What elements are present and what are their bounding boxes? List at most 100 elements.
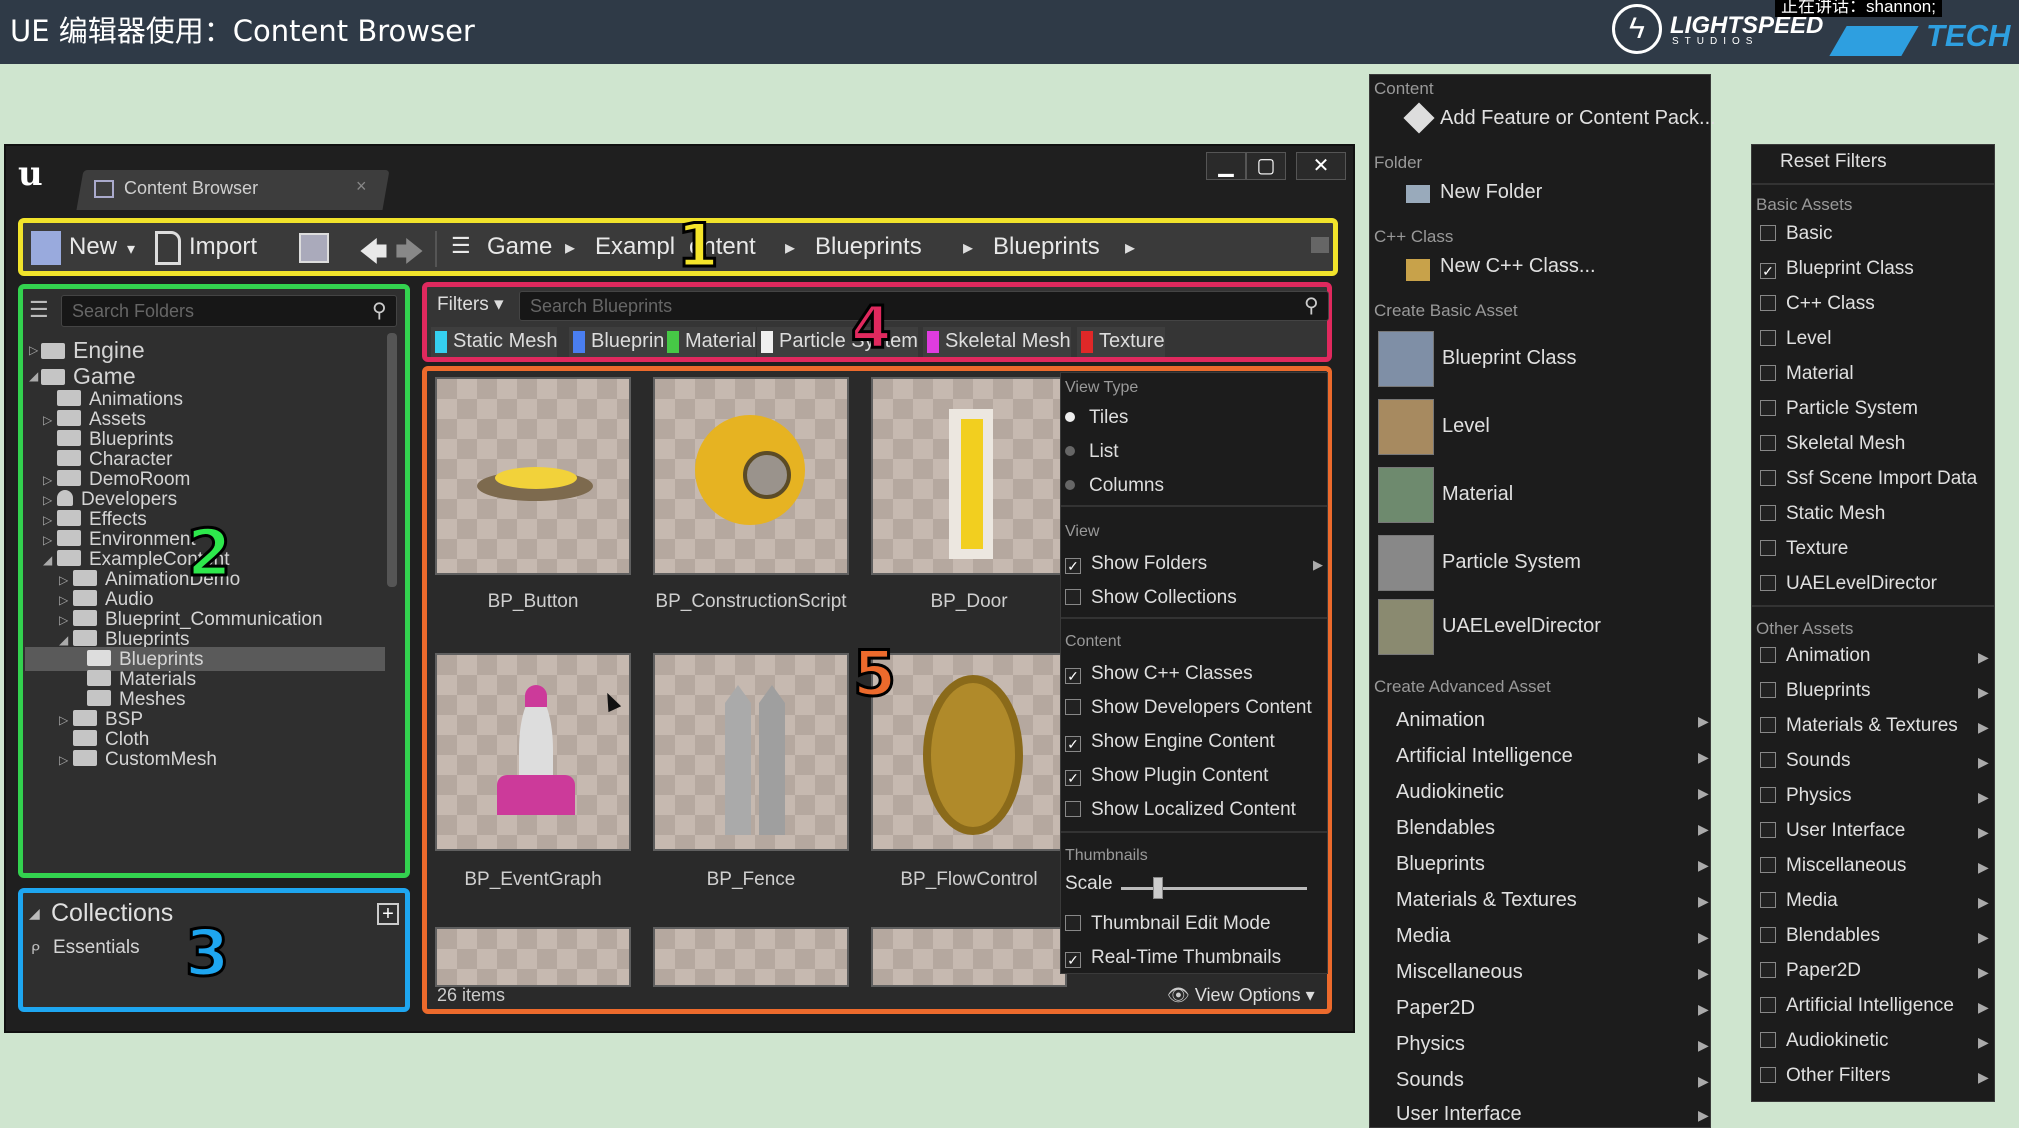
breadcrumb-example-content-a[interactable]: Exampl [595, 233, 675, 261]
tree-item[interactable]: Engine [41, 337, 145, 364]
back-arrow-icon[interactable]: 🡄 [359, 231, 388, 279]
expand-icon[interactable]: ▷ [43, 533, 52, 547]
filter-item[interactable]: Particle System [1760, 398, 1918, 420]
filter-category[interactable]: User Interface [1760, 820, 1905, 842]
advanced-asset-item[interactable]: Physics [1396, 1033, 1465, 1056]
asset-thumbnail[interactable] [435, 377, 631, 575]
filter-category[interactable]: Materials & Textures [1760, 715, 1958, 737]
tree-item[interactable]: Environment [57, 529, 196, 551]
filter-category[interactable]: Miscellaneous [1760, 855, 1906, 877]
close-button[interactable]: ✕ [1296, 152, 1346, 180]
filter-category[interactable]: Sounds [1760, 750, 1850, 772]
asset-thumbnail[interactable] [871, 927, 1067, 987]
advanced-asset-item[interactable]: Materials & Textures [1396, 889, 1577, 912]
tree-item[interactable]: Developers [57, 489, 177, 511]
view-type-tiles[interactable]: Tiles [1065, 407, 1128, 429]
asset-thumbnail[interactable] [653, 927, 849, 987]
expand-icon[interactable]: ▷ [43, 473, 52, 487]
scrollbar[interactable] [387, 333, 397, 587]
collapse-icon[interactable]: ◢ [29, 369, 38, 383]
advanced-asset-item[interactable]: Sounds [1396, 1069, 1464, 1092]
expand-icon[interactable]: ▷ [59, 613, 68, 627]
tree-item[interactable]: Animations [57, 389, 183, 411]
tab-close-icon[interactable]: × [356, 176, 367, 197]
filter-item[interactable]: C++ Class [1760, 293, 1875, 315]
advanced-asset-item[interactable]: Paper2D [1396, 997, 1475, 1020]
breadcrumb-game[interactable]: Game [487, 233, 552, 261]
filter-item[interactable]: ✓ Blueprint Class [1760, 258, 1914, 280]
filter-category[interactable]: Blendables [1760, 925, 1880, 947]
show-localized-item[interactable]: Show Localized Content [1065, 799, 1296, 821]
filter-category[interactable]: Paper2D [1760, 960, 1861, 982]
filter-item[interactable]: Material [1760, 363, 1854, 385]
show-cpp-item[interactable]: ✓ Show C++ Classes [1065, 663, 1253, 685]
filter-category[interactable]: Media [1760, 890, 1838, 912]
tree-item[interactable]: Materials [87, 669, 196, 691]
filter-chip[interactable]: Skeletal Mesh [923, 327, 1071, 357]
expand-icon[interactable]: ▷ [29, 343, 38, 357]
breadcrumb-blueprints-current[interactable]: Blueprints [993, 233, 1100, 261]
tree-item[interactable]: CustomMesh [73, 749, 217, 771]
new-cpp-item[interactable]: New C++ Class... [1440, 255, 1596, 278]
sources-toggle-icon[interactable]: ☰ [29, 297, 49, 323]
advanced-asset-item[interactable]: Blueprints [1396, 853, 1485, 876]
expand-icon[interactable]: ▷ [59, 593, 68, 607]
basic-asset-item[interactable]: UAELevelDirector [1442, 615, 1601, 638]
advanced-asset-item[interactable]: User Interface [1396, 1103, 1522, 1126]
collections-title[interactable]: Collections [51, 899, 173, 928]
show-developers-item[interactable]: Show Developers Content [1065, 697, 1312, 719]
asset-thumbnail[interactable] [871, 653, 1067, 851]
tree-item[interactable]: BSP [73, 709, 143, 731]
asset-thumbnail[interactable] [653, 653, 849, 851]
tree-item[interactable]: Character [57, 449, 172, 471]
scale-slider-thumb[interactable] [1153, 877, 1164, 899]
filter-chip[interactable]: Texture [1077, 327, 1165, 357]
collapse-icon[interactable]: ◢ [59, 633, 68, 647]
filter-item[interactable]: Static Mesh [1760, 503, 1885, 525]
collapse-icon[interactable]: ◢ [43, 553, 52, 567]
basic-asset-item[interactable]: Particle System [1442, 551, 1581, 574]
search-assets-input[interactable]: Search Blueprints ⚲ [519, 291, 1329, 321]
filter-item[interactable]: Skeletal Mesh [1760, 433, 1905, 455]
advanced-asset-item[interactable]: Blendables [1396, 817, 1495, 840]
filter-category[interactable]: Physics [1760, 785, 1851, 807]
show-collections-item[interactable]: Show Collections [1065, 587, 1237, 609]
asset-thumbnail[interactable] [653, 377, 849, 575]
maximize-button[interactable]: ▢ [1246, 152, 1286, 180]
expand-icon[interactable]: ▷ [43, 513, 52, 527]
view-type-columns[interactable]: Columns [1065, 475, 1164, 497]
filters-button[interactable]: Filters ▾ [437, 293, 504, 316]
tree-item[interactable]: Cloth [73, 729, 149, 751]
expand-icon[interactable]: ▷ [59, 573, 68, 587]
expand-icon[interactable]: ▷ [43, 493, 52, 507]
filter-chip[interactable]: Material [663, 327, 757, 357]
asset-thumbnail[interactable] [871, 377, 1067, 575]
add-collection-icon[interactable]: + [377, 903, 399, 925]
collapse-icon[interactable]: ◢ [29, 905, 40, 922]
tree-item[interactable]: Meshes [87, 689, 186, 711]
advanced-asset-item[interactable]: Artificial Intelligence [1396, 745, 1573, 768]
breadcrumb-blueprints[interactable]: Blueprints [815, 233, 922, 261]
basic-asset-item[interactable]: Blueprint Class [1442, 347, 1577, 370]
chevron-down-icon[interactable]: ▾ [127, 239, 135, 259]
filter-item[interactable]: Texture [1760, 538, 1848, 560]
advanced-asset-item[interactable]: Audiokinetic [1396, 781, 1504, 804]
filter-item[interactable]: UAELevelDirector [1760, 573, 1937, 595]
new-button[interactable]: New [69, 233, 117, 261]
tree-item[interactable]: Audio [73, 589, 154, 611]
advanced-asset-item[interactable]: Animation [1396, 709, 1485, 732]
tree-item-selected[interactable]: Blueprints [87, 649, 204, 671]
filter-item[interactable]: Basic [1760, 223, 1832, 245]
view-options-button[interactable]: 👁 View Options ▾ [1167, 985, 1315, 1006]
filter-chip[interactable]: Static Mesh [431, 327, 558, 357]
tree-item[interactable]: Assets [57, 409, 146, 431]
asset-thumbnail[interactable] [435, 927, 631, 987]
expand-icon[interactable]: ▷ [59, 713, 68, 727]
tree-item[interactable]: Game [41, 363, 136, 390]
collection-item[interactable]: Essentials [53, 937, 140, 959]
new-folder-item[interactable]: New Folder [1440, 181, 1542, 204]
thumbnail-edit-item[interactable]: Thumbnail Edit Mode [1065, 913, 1271, 935]
filter-category[interactable]: Animation [1760, 645, 1871, 667]
tree-item[interactable]: Blueprint_Communication [73, 609, 323, 631]
lock-icon[interactable] [1311, 237, 1329, 253]
